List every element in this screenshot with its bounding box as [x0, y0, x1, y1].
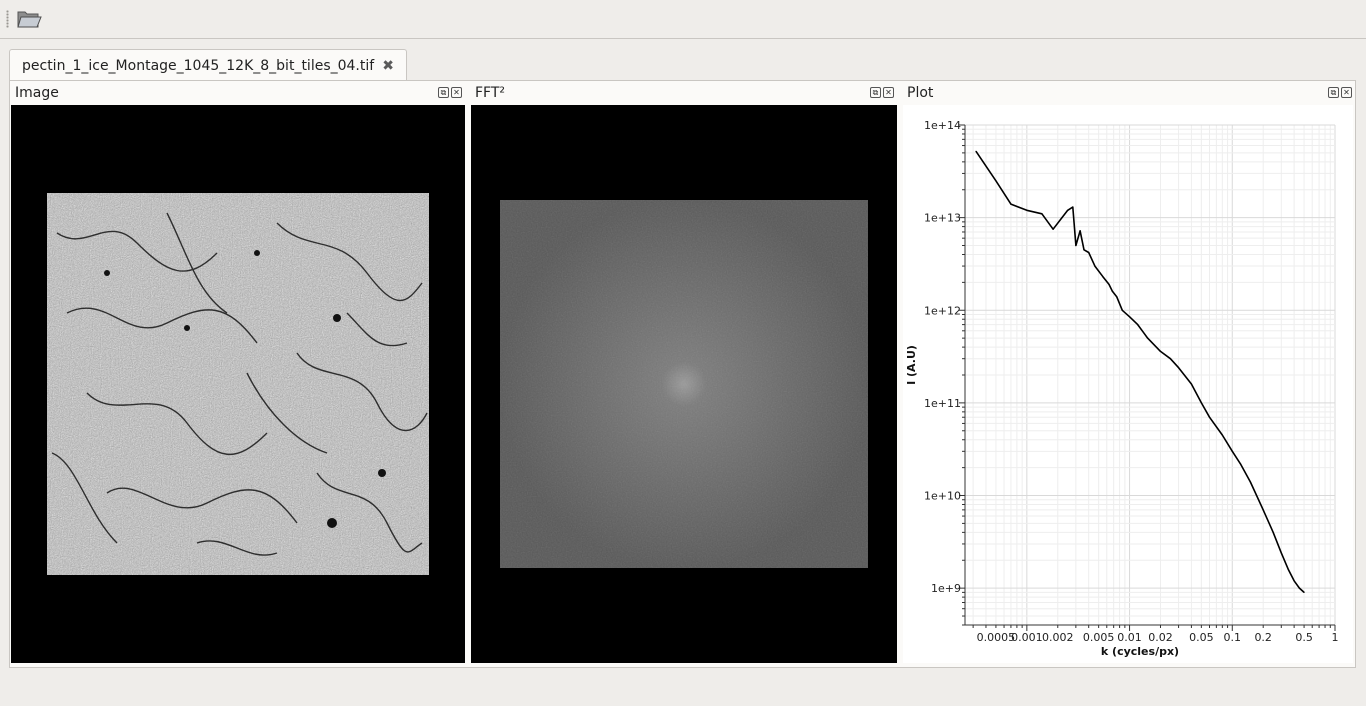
series-point — [1169, 358, 1172, 360]
series-point — [1061, 217, 1063, 219]
image-view[interactable] — [11, 105, 465, 663]
series-point — [1102, 276, 1104, 278]
series-point — [1208, 416, 1211, 418]
fft-dock: FFT² ⧉ ✕ — [471, 81, 898, 105]
series-point — [975, 150, 977, 152]
series-point — [1303, 591, 1305, 593]
y-tick-label: 1e+10 — [924, 490, 961, 503]
series-point — [1239, 463, 1242, 465]
fft-view[interactable] — [471, 105, 897, 663]
series-point — [1108, 283, 1110, 286]
x-tick-label: 0.1 — [1224, 631, 1242, 644]
series-point — [1067, 209, 1069, 211]
x-tick-label: 0.01 — [1117, 631, 1142, 644]
series-point — [1190, 383, 1193, 385]
close-icon[interactable]: ✕ — [883, 87, 894, 98]
y-tick-label: 1e+9 — [931, 582, 961, 595]
y-tick-label: 1e+11 — [924, 397, 961, 410]
micrograph-image — [47, 193, 429, 575]
x-tick-label: 0.02 — [1148, 631, 1173, 644]
main-toolbar — [0, 0, 1366, 39]
series-point — [1147, 337, 1149, 339]
y-tick-label: 1e+13 — [924, 212, 961, 225]
close-icon[interactable]: ✕ — [451, 87, 462, 98]
series-point — [1177, 367, 1180, 369]
x-tick-label: 0.005 — [1083, 631, 1115, 644]
fft-spectrum-image — [500, 200, 868, 568]
open-folder-button[interactable] — [14, 5, 44, 33]
series-point — [1221, 434, 1223, 436]
document-tabbar: pectin_1_ice_Montage_1045_12K_8_bit_tile… — [0, 39, 1366, 82]
series-point — [1052, 228, 1054, 230]
x-tick-label: 0.5 — [1295, 631, 1313, 644]
series-point — [1079, 230, 1081, 232]
series-point — [1026, 209, 1028, 211]
float-icon[interactable]: ⧉ — [870, 87, 881, 98]
series-point — [1287, 568, 1289, 570]
power-spectrum-chart: 0.00050.001 0.002 0.005 0.01 0.02 0.05 0.1 0.2 0… — [905, 119, 1339, 658]
series-point — [1116, 296, 1118, 298]
series-point — [1200, 402, 1202, 404]
series-point — [1075, 244, 1077, 247]
series-point — [995, 180, 997, 182]
x-tick-label: 0.2 — [1254, 631, 1272, 644]
plot-dock: Plot ⧉ ✕ — [903, 81, 1355, 105]
series-point — [1231, 450, 1233, 452]
series-point — [1072, 206, 1074, 208]
x-tick-label: 0.002 — [1042, 631, 1074, 644]
y-tick-label: 1e+14 — [924, 119, 961, 132]
x-tick-label: 1 — [1332, 631, 1339, 644]
document-tab[interactable]: pectin_1_ice_Montage_1045_12K_8_bit_tile… — [9, 49, 407, 82]
series-point — [1010, 203, 1012, 205]
y-tick-label: 1e+12 — [924, 304, 961, 317]
series-point — [1159, 350, 1162, 352]
plot-dock-title: Plot — [907, 85, 934, 101]
series-point — [1083, 249, 1085, 251]
series-point — [1249, 481, 1251, 483]
series-point — [1298, 587, 1300, 589]
series-point — [1121, 309, 1123, 311]
x-axis-label: k (cycles/px) — [1101, 645, 1179, 658]
y-axis-label: I (A.U) — [905, 345, 918, 385]
image-dock: Image ⧉ ✕ — [11, 81, 466, 105]
fft-dock-title: FFT² — [475, 85, 506, 101]
x-tick-label: 0.05 — [1189, 631, 1214, 644]
series-point — [1088, 251, 1090, 254]
x-tick-label: 0.0005 — [977, 631, 1016, 644]
series-point — [1272, 531, 1274, 533]
float-icon[interactable]: ⧉ — [438, 87, 449, 98]
close-icon[interactable]: ✖ — [382, 58, 394, 74]
plot-view[interactable]: 0.0005 0.001 0.002 0.005 0.01 0.02 0.05 0.1 0.2 0… — [903, 105, 1353, 663]
x-tick-label: 0.001 — [1011, 631, 1043, 644]
toolbar-grip[interactable] — [6, 10, 9, 28]
float-icon[interactable]: ⧉ — [1328, 87, 1339, 98]
series-point — [1041, 213, 1043, 215]
series-point — [1262, 509, 1264, 511]
image-dock-title: Image — [15, 85, 59, 101]
series-point — [1094, 265, 1096, 267]
document-tab-label: pectin_1_ice_Montage_1045_12K_8_bit_tile… — [22, 58, 375, 74]
series-point — [1280, 552, 1282, 554]
series-point — [1293, 580, 1295, 582]
folder-open-icon — [17, 11, 42, 28]
close-icon[interactable]: ✕ — [1341, 87, 1352, 98]
series-point — [1137, 324, 1139, 326]
series-point — [1111, 290, 1113, 292]
series-point — [1128, 316, 1131, 318]
